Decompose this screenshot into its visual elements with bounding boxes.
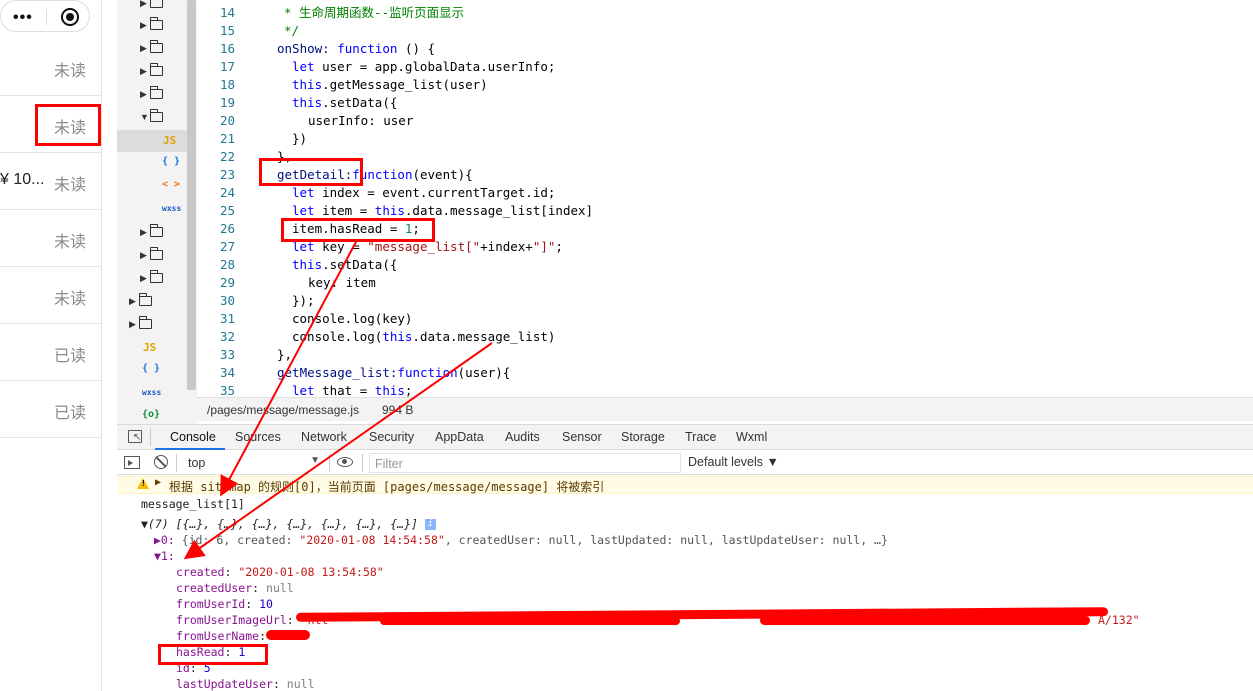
arrow-to-log — [220, 239, 358, 497]
screenshot-root: ••• 未读 未读 ¥ 10... 未读 未读 未读 已读 已读 ▶ ▶ ▶ ▶… — [0, 0, 1253, 691]
annotation-arrows — [183, 239, 493, 560]
arrow-to-item1 — [183, 342, 493, 560]
